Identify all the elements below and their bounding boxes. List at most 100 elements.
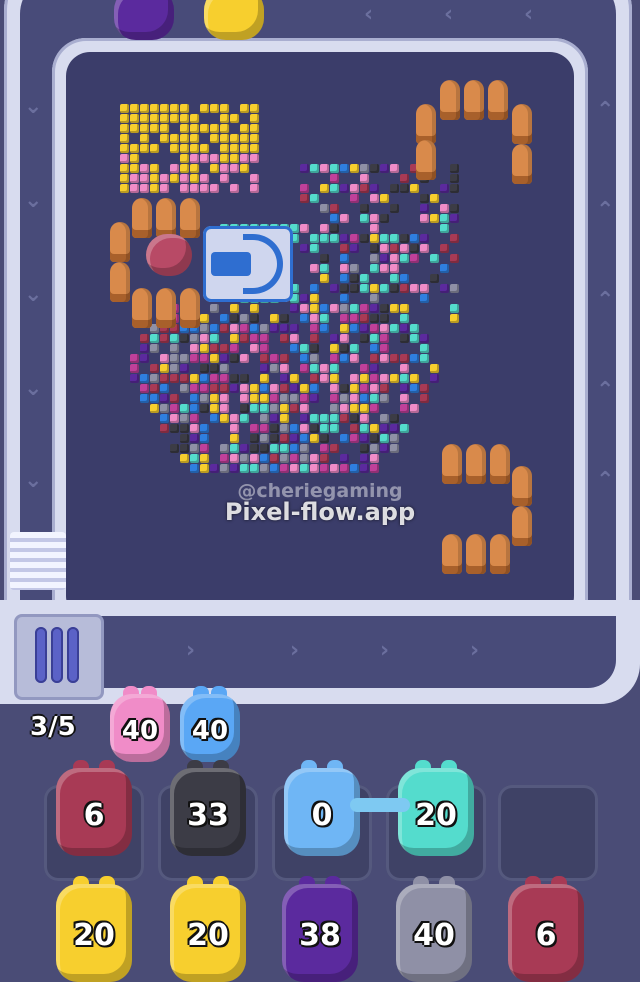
pixel-block: [170, 104, 179, 113]
pixel-block: [150, 394, 159, 403]
pixel-block: [140, 124, 149, 133]
pixel-block: [360, 214, 369, 223]
pixel-block: [320, 424, 329, 433]
pixel-block: [240, 384, 249, 393]
pixel-block: [400, 174, 409, 183]
pig-ammo-count: 20: [187, 918, 229, 954]
pixel-block: [420, 244, 429, 253]
pixel-block: [340, 254, 349, 263]
pixel-block: [290, 444, 299, 453]
bottom-pig[interactable]: 6: [508, 876, 584, 982]
pixel-block: [180, 134, 189, 143]
pixel-block: [390, 444, 399, 453]
pig-slot[interactable]: [498, 785, 598, 881]
pixel-block: [200, 364, 209, 373]
pixel-block: [350, 424, 359, 433]
pixel-block: [320, 184, 329, 193]
pixel-block: [220, 144, 229, 153]
slot-pig[interactable]: 0: [284, 760, 360, 856]
queue-pig[interactable]: 40: [110, 686, 170, 762]
pixel-block: [280, 394, 289, 403]
pixel-block: [300, 224, 309, 233]
pixel-block: [340, 434, 349, 443]
slot-pig[interactable]: 20: [398, 760, 474, 856]
pixel-block: [310, 334, 319, 343]
pig-icon[interactable]: [204, 0, 264, 40]
pixel-block: [310, 344, 319, 353]
pixel-block: [120, 124, 129, 133]
pixel-block: [280, 434, 289, 443]
pixel-block: [280, 384, 289, 393]
pixel-block: [300, 294, 309, 303]
bottom-pig[interactable]: 20: [56, 876, 132, 982]
stump-block: [180, 288, 200, 328]
pixel-block: [390, 354, 399, 363]
pixel-block: [140, 164, 149, 173]
stump-block: [416, 104, 436, 144]
pixel-block: [200, 374, 209, 383]
pixel-block: [310, 354, 319, 363]
pixel-block: [230, 134, 239, 143]
pixel-block: [190, 144, 199, 153]
pixel-block: [420, 284, 429, 293]
pixel-block: [350, 394, 359, 403]
pixel-block: [370, 234, 379, 243]
pixel-block: [190, 394, 199, 403]
pixel-block: [370, 404, 379, 413]
pig-icon[interactable]: [114, 0, 174, 40]
bottom-pig[interactable]: 40: [396, 876, 472, 982]
slot-pig[interactable]: 33: [170, 760, 246, 856]
pixel-block: [360, 304, 369, 313]
pig-ammo-count: 33: [187, 798, 229, 834]
pixel-block: [150, 114, 159, 123]
pixel-block: [230, 414, 239, 423]
pixel-block: [400, 234, 409, 243]
dock-track: [96, 616, 616, 688]
pixel-block: [420, 334, 429, 343]
pixel-block: [240, 134, 249, 143]
pixel-block: [250, 344, 259, 353]
pixel-block: [210, 414, 219, 423]
pixel-block: [310, 374, 319, 383]
pixel-block: [360, 454, 369, 463]
pixel-block: [380, 444, 389, 453]
pixel-block: [340, 324, 349, 333]
pixel-block: [430, 254, 439, 263]
pixel-block: [290, 374, 299, 383]
pixel-block: [220, 404, 229, 413]
pixel-block: [180, 414, 189, 423]
pixel-block: [170, 134, 179, 143]
queue-pig[interactable]: 40: [180, 686, 240, 762]
pixel-block: [220, 154, 229, 163]
pixel-block: [410, 404, 419, 413]
pixel-block: [300, 314, 309, 323]
pixel-block: [220, 374, 229, 383]
pixel-block: [210, 344, 219, 353]
pixel-block: [240, 124, 249, 133]
pixel-block: [280, 454, 289, 463]
pixel-block: [290, 384, 299, 393]
pixel-block: [310, 284, 319, 293]
pixel-block: [260, 364, 269, 373]
pixel-block: [230, 324, 239, 333]
bottom-pig[interactable]: 38: [282, 876, 358, 982]
pixel-block: [310, 234, 319, 243]
chevron-right-icon: ›: [290, 638, 300, 663]
pixel-block: [140, 184, 149, 193]
pixel-block: [290, 454, 299, 463]
pixel-block: [240, 324, 249, 333]
pixel-block: [300, 404, 309, 413]
pixel-block: [350, 324, 359, 333]
slot-pig[interactable]: 6: [56, 760, 132, 856]
pixel-block: [120, 134, 129, 143]
pixel-block: [420, 194, 429, 203]
bottom-pig[interactable]: 20: [170, 876, 246, 982]
pixel-block: [120, 114, 129, 123]
pig-launcher[interactable]: [14, 614, 104, 700]
pixel-block: [260, 374, 269, 383]
pixel-block: [210, 154, 219, 163]
pixel-block: [400, 304, 409, 313]
pixel-block: [330, 214, 339, 223]
pixel-block: [200, 104, 209, 113]
pixel-block: [290, 394, 299, 403]
